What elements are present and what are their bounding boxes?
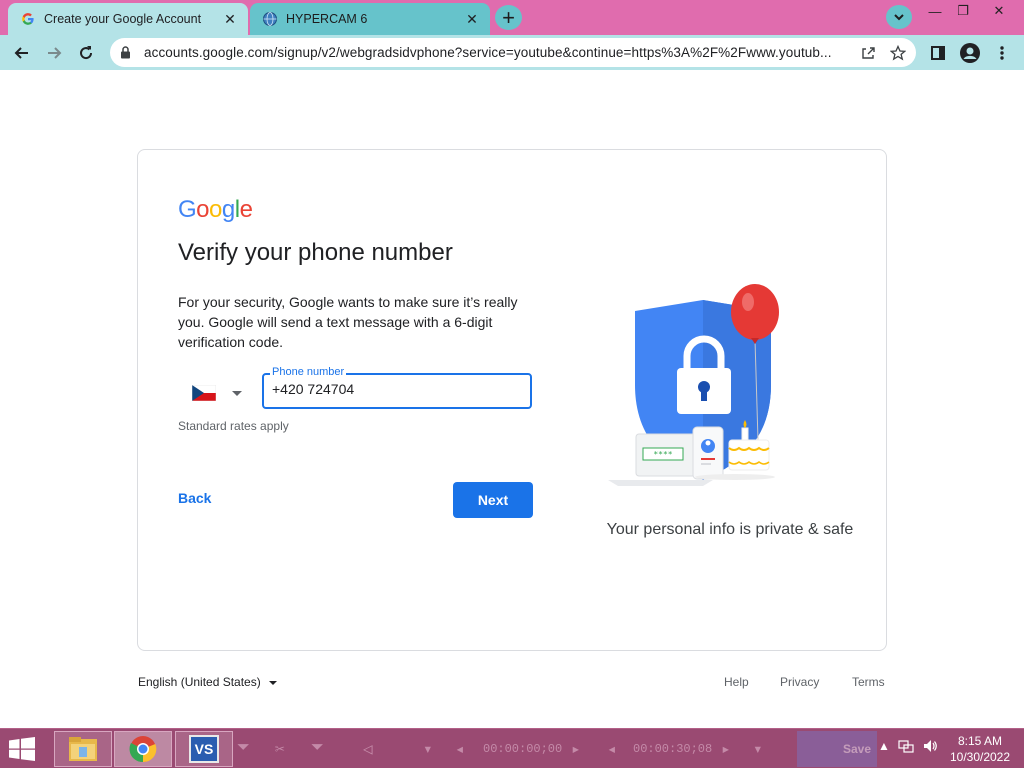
phone-number-field[interactable]: Phone number	[262, 366, 532, 409]
terms-link[interactable]: Terms	[852, 675, 885, 689]
dropdown-icon[interactable]: ▾	[423, 739, 433, 759]
rates-note: Standard rates apply	[178, 419, 289, 433]
tab-title: Create your Google Account	[44, 12, 202, 26]
share-icon[interactable]	[856, 41, 880, 65]
windows-start-icon[interactable]	[8, 737, 38, 763]
star-icon[interactable]	[886, 41, 910, 65]
end-time: 00:00:30;08	[633, 742, 713, 756]
tab-search-button[interactable]	[886, 5, 912, 29]
tab-strip: Create your Google Account ✕ HYPERCAM 6 …	[0, 0, 1024, 35]
prev-icon-2[interactable]: ◂	[607, 739, 617, 759]
back-button[interactable]: Back	[178, 490, 211, 506]
google-logo: Google	[178, 196, 253, 224]
mute-icon[interactable]: ◁	[363, 739, 373, 759]
logo-letter: e	[239, 196, 253, 223]
new-tab-button[interactable]: +	[495, 5, 522, 30]
taskbar-hypercam[interactable]: VS	[175, 731, 233, 767]
phone-number-label: Phone number	[270, 366, 347, 378]
volume-icon[interactable]	[922, 738, 938, 757]
hypercam-save-button[interactable]: Save	[797, 731, 877, 767]
tray-expand-icon[interactable]: ▲	[878, 739, 890, 753]
tab-hypercam[interactable]: HYPERCAM 6 ✕	[250, 3, 490, 35]
next-icon-2[interactable]: ▸	[721, 739, 731, 759]
globe-favicon-icon	[262, 11, 278, 27]
logo-letter: o	[209, 196, 222, 223]
hypercam-controls: ⏷ ✂ ⏷ ◁ ▾ ◂ 00:00:00;00 ▸ ◂ 00:00:30;08 …	[235, 735, 795, 763]
tab-close-icon[interactable]: ✕	[462, 9, 482, 29]
folder-icon	[69, 737, 97, 761]
forward-arrow-icon[interactable]	[40, 39, 68, 67]
help-link[interactable]: Help	[724, 675, 749, 689]
profile-icon[interactable]	[956, 39, 984, 67]
back-arrow-icon[interactable]	[8, 39, 36, 67]
phone-number-input[interactable]	[272, 381, 522, 397]
tab-create-google-account[interactable]: Create your Google Account ✕	[8, 3, 248, 35]
filter-alt-icon[interactable]: ⏷	[311, 739, 324, 757]
country-selector[interactable]	[192, 378, 252, 408]
logo-letter: g	[221, 196, 235, 223]
language-label: English (United States)	[138, 675, 261, 689]
minimize-button[interactable]: —	[920, 0, 950, 22]
close-window-button[interactable]: ✕	[984, 0, 1014, 22]
google-favicon-icon	[20, 11, 36, 27]
code-asterisks: ****	[653, 450, 672, 459]
privacy-link[interactable]: Privacy	[780, 675, 819, 689]
tab-close-icon[interactable]: ✕	[220, 9, 240, 29]
browser-toolbar: accounts.google.com/signup/v2/webgradsid…	[0, 35, 1024, 70]
privacy-caption: Your personal info is private & safe	[606, 521, 854, 538]
lock-icon[interactable]	[120, 46, 134, 59]
logo-letter: G	[178, 196, 197, 223]
description-text: For your security, Google wants to make …	[178, 294, 518, 350]
windows-taskbar: VS ⏷ ✂ ⏷ ◁ ▾ ◂ 00:00:00;00 ▸ ◂ 00:00:30;…	[0, 728, 1024, 768]
sidepanel-icon[interactable]	[924, 39, 952, 67]
hypercam-app-icon: VS	[189, 735, 219, 763]
clock-time: 8:15 AM	[957, 734, 1003, 748]
signup-card: Google Verify your phone number For your…	[137, 149, 887, 651]
language-caret-icon	[268, 680, 277, 685]
taskbar-chrome[interactable]	[114, 731, 172, 767]
security-shield-illustration: ****	[608, 284, 779, 486]
next-button[interactable]: Next	[453, 482, 533, 518]
address-bar[interactable]: accounts.google.com/signup/v2/webgradsid…	[110, 38, 916, 67]
czech-flag-icon	[192, 385, 216, 401]
page-title: Verify your phone number	[178, 239, 453, 266]
prev-icon[interactable]: ◂	[455, 739, 465, 759]
chrome-icon	[129, 736, 157, 763]
more-vertical-icon[interactable]	[988, 39, 1016, 67]
clock-date: 10/30/2022	[949, 750, 1011, 764]
taskbar-file-explorer[interactable]	[54, 731, 112, 767]
system-clock[interactable]: 8:15 AM 10/30/2022	[944, 733, 1016, 765]
network-icon[interactable]	[898, 738, 914, 757]
url-text[interactable]: accounts.google.com/signup/v2/webgradsid…	[144, 45, 856, 60]
tab-title: HYPERCAM 6	[286, 12, 368, 26]
restore-button[interactable]: ❐	[948, 0, 978, 22]
dropdown-icon-2[interactable]: ▾	[753, 739, 763, 759]
reload-icon[interactable]	[72, 39, 100, 67]
logo-letter: o	[196, 196, 210, 223]
start-time: 00:00:00;00	[483, 742, 563, 756]
dropdown-caret-icon	[232, 390, 242, 396]
chevron-down-icon	[894, 14, 904, 21]
cut-icon[interactable]: ✂	[275, 739, 285, 759]
language-selector[interactable]: English (United States)	[138, 675, 277, 689]
filter-icon[interactable]: ⏷	[237, 739, 250, 757]
next-icon[interactable]: ▸	[571, 739, 581, 759]
